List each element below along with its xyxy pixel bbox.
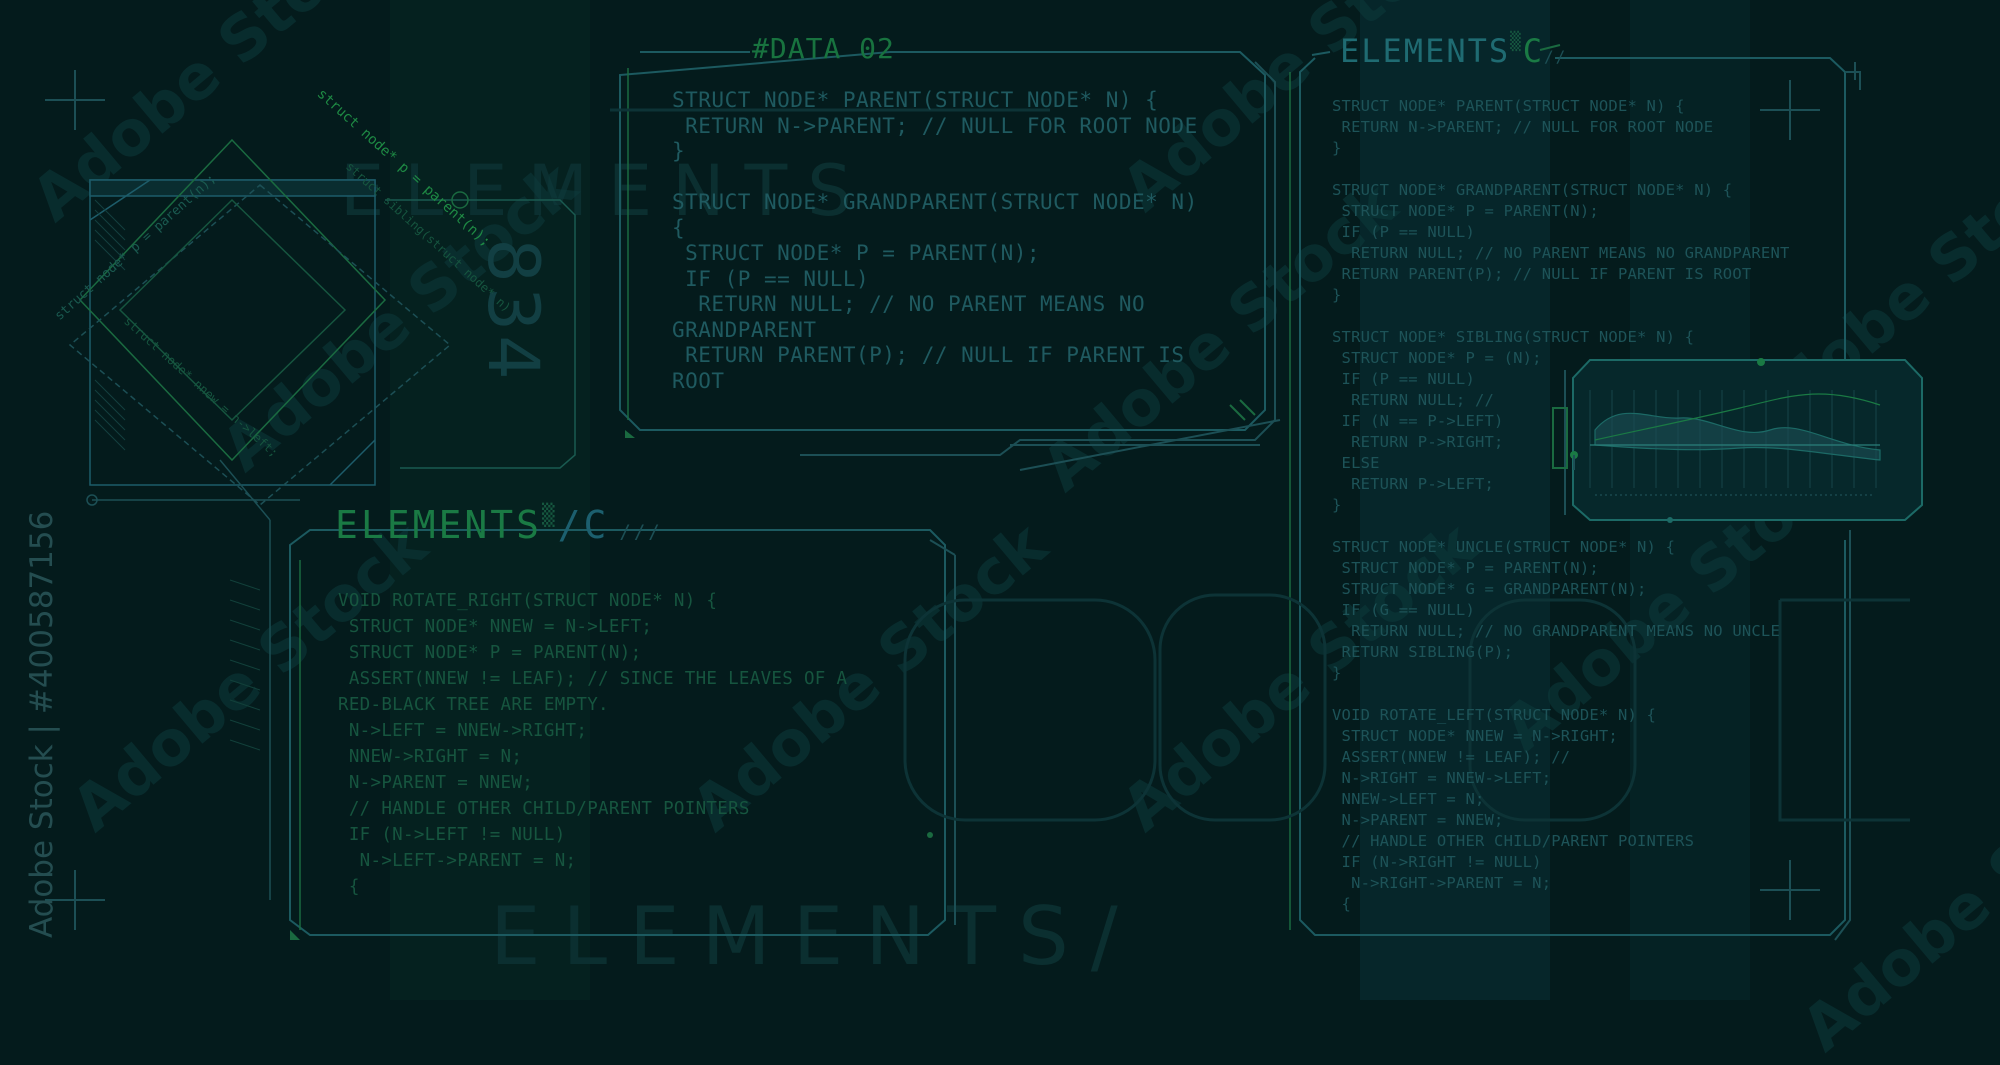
- code-line: IF (N == P->LEFT): [1332, 412, 1504, 430]
- code-line: STRUCT NODE* PARENT(STRUCT NODE* N) {: [1332, 97, 1685, 115]
- code-line: // HANDLE OTHER CHILD/PARENT POINTERS: [338, 799, 750, 819]
- code-line: STRUCT NODE* SIBLING(STRUCT NODE* N) {: [1332, 328, 1695, 346]
- code-line: RETURN N->PARENT; // NULL FOR ROOT NODE: [672, 113, 1198, 138]
- code-line: {: [1332, 895, 1352, 913]
- big-number: 834: [471, 238, 554, 384]
- code-line: ASSERT(NNEW != LEAF); // SINCE THE LEAVE…: [338, 669, 848, 689]
- data-panel-title: #DATA 02: [752, 32, 895, 65]
- code-line: IF (P == NULL): [672, 266, 870, 291]
- code-line: }: [1332, 664, 1342, 682]
- code-line: ROOT: [672, 368, 725, 393]
- elements-left-title-suffix: /C: [557, 503, 610, 547]
- code-line: STRUCT NODE* NNEW = N->LEFT;: [338, 617, 653, 637]
- code-line: STRUCT NODE* GRANDPARENT(STRUCT NODE* N): [672, 190, 1198, 214]
- code-line: // HANDLE OTHER CHILD/PARENT POINTERS: [1332, 832, 1695, 850]
- code-line: IF (P == NULL): [1332, 370, 1475, 388]
- code-line: RETURN PARENT(P); // NULL IF PARENT IS: [672, 343, 1185, 367]
- code-line: }: [1332, 496, 1342, 514]
- data-panel-code: STRUCT NODE* PARENT(STRUCT NODE* N) { RE…: [672, 88, 1198, 394]
- code-line: RETURN NULL; // NO PARENT MEANS NO: [672, 292, 1146, 316]
- elements-left-title: ELEMENTS▒/C ///: [335, 503, 663, 547]
- elements-right-title: ELEMENTS▒C//: [1340, 32, 1567, 70]
- code-line: STRUCT NODE* P = (N);: [1332, 349, 1542, 367]
- code-line: N->RIGHT = NNEW->LEFT;: [1332, 769, 1552, 787]
- stock-id-watermark: Adobe Stock | #400587156: [24, 510, 60, 938]
- code-line: VOID ROTATE_RIGHT(STRUCT NODE* N) {: [338, 591, 718, 611]
- elements-left-title-text: ELEMENTS: [335, 503, 543, 547]
- code-line: STRUCT NODE* P = PARENT(N);: [672, 241, 1041, 265]
- code-line: N->LEFT->PARENT = N;: [338, 851, 577, 871]
- code-line: IF (P == NULL): [1332, 223, 1475, 241]
- code-line: RETURN SIBLING(P);: [1332, 643, 1514, 661]
- code-line: RETURN N->PARENT; // NULL FOR ROOT NODE: [1332, 118, 1714, 136]
- code-line: VOID ROTATE_LEFT(STRUCT NODE* N) {: [1332, 706, 1657, 724]
- code-line: GRANDPARENT: [672, 317, 817, 342]
- code-line: STRUCT NODE* P = PARENT(N);: [1332, 202, 1599, 220]
- code-line: RETURN NULL; // NO GRANDPARENT MEANS NO …: [1332, 622, 1780, 640]
- hash-icon: ▒: [542, 503, 558, 527]
- code-line: }: [1332, 286, 1342, 304]
- code-line: {: [338, 877, 360, 897]
- code-line: RETURN PARENT(P); // NULL IF PARENT IS R…: [1332, 265, 1752, 283]
- code-line: STRUCT NODE* P = PARENT(N);: [1332, 559, 1599, 577]
- code-line: }: [1332, 139, 1342, 157]
- code-line: RETURN NULL; // NO PARENT MEANS NO GRAND…: [1332, 244, 1790, 262]
- elements-left-code: VOID ROTATE_RIGHT(STRUCT NODE* N) { STRU…: [338, 588, 847, 900]
- slash-icon: //: [1543, 47, 1568, 66]
- code-line: IF (G == NULL): [1332, 601, 1475, 619]
- code-line: N->RIGHT->PARENT = N;: [1332, 874, 1552, 892]
- slash-icon: ///: [619, 521, 663, 543]
- hash-icon: ▒: [1510, 32, 1523, 52]
- code-line: RETURN P->RIGHT;: [1332, 433, 1504, 451]
- elements-right-code: STRUCT NODE* PARENT(STRUCT NODE* N) { RE…: [1332, 96, 1790, 915]
- code-line: RETURN P->LEFT;: [1332, 475, 1495, 493]
- code-line: NNEW->LEFT = N;: [1332, 790, 1485, 808]
- code-line: RETURN NULL; //: [1332, 391, 1495, 409]
- elements-right-title-suffix: C: [1522, 32, 1544, 70]
- code-line: STRUCT NODE* NNEW = N->RIGHT;: [1332, 727, 1618, 745]
- code-line: RED-BLACK TREE ARE EMPTY.: [338, 695, 609, 715]
- code-line: STRUCT NODE* G = GRANDPARENT(N);: [1332, 580, 1647, 598]
- code-line: STRUCT NODE* GRANDPARENT(STRUCT NODE* N)…: [1332, 181, 1733, 199]
- code-line: N->PARENT = NNEW;: [338, 773, 534, 793]
- code-line: IF (N->LEFT != NULL): [338, 825, 566, 845]
- code-line: ASSERT(NNEW != LEAF); //: [1332, 748, 1571, 766]
- code-line: N->PARENT = NNEW;: [1332, 811, 1504, 829]
- code-line: STRUCT NODE* UNCLE(STRUCT NODE* N) {: [1332, 538, 1676, 556]
- code-line: {: [672, 215, 686, 240]
- code-line: IF (N->RIGHT != NULL): [1332, 853, 1542, 871]
- code-line: ELSE: [1332, 454, 1380, 472]
- code-line: STRUCT NODE* P = PARENT(N);: [338, 643, 642, 663]
- code-line: STRUCT NODE* PARENT(STRUCT NODE* N) {: [672, 88, 1159, 112]
- code-line: NNEW->RIGHT = N;: [338, 747, 523, 767]
- elements-right-title-text: ELEMENTS: [1340, 32, 1511, 70]
- code-line: }: [672, 139, 686, 163]
- code-line: N->LEFT = NNEW->RIGHT;: [338, 721, 588, 741]
